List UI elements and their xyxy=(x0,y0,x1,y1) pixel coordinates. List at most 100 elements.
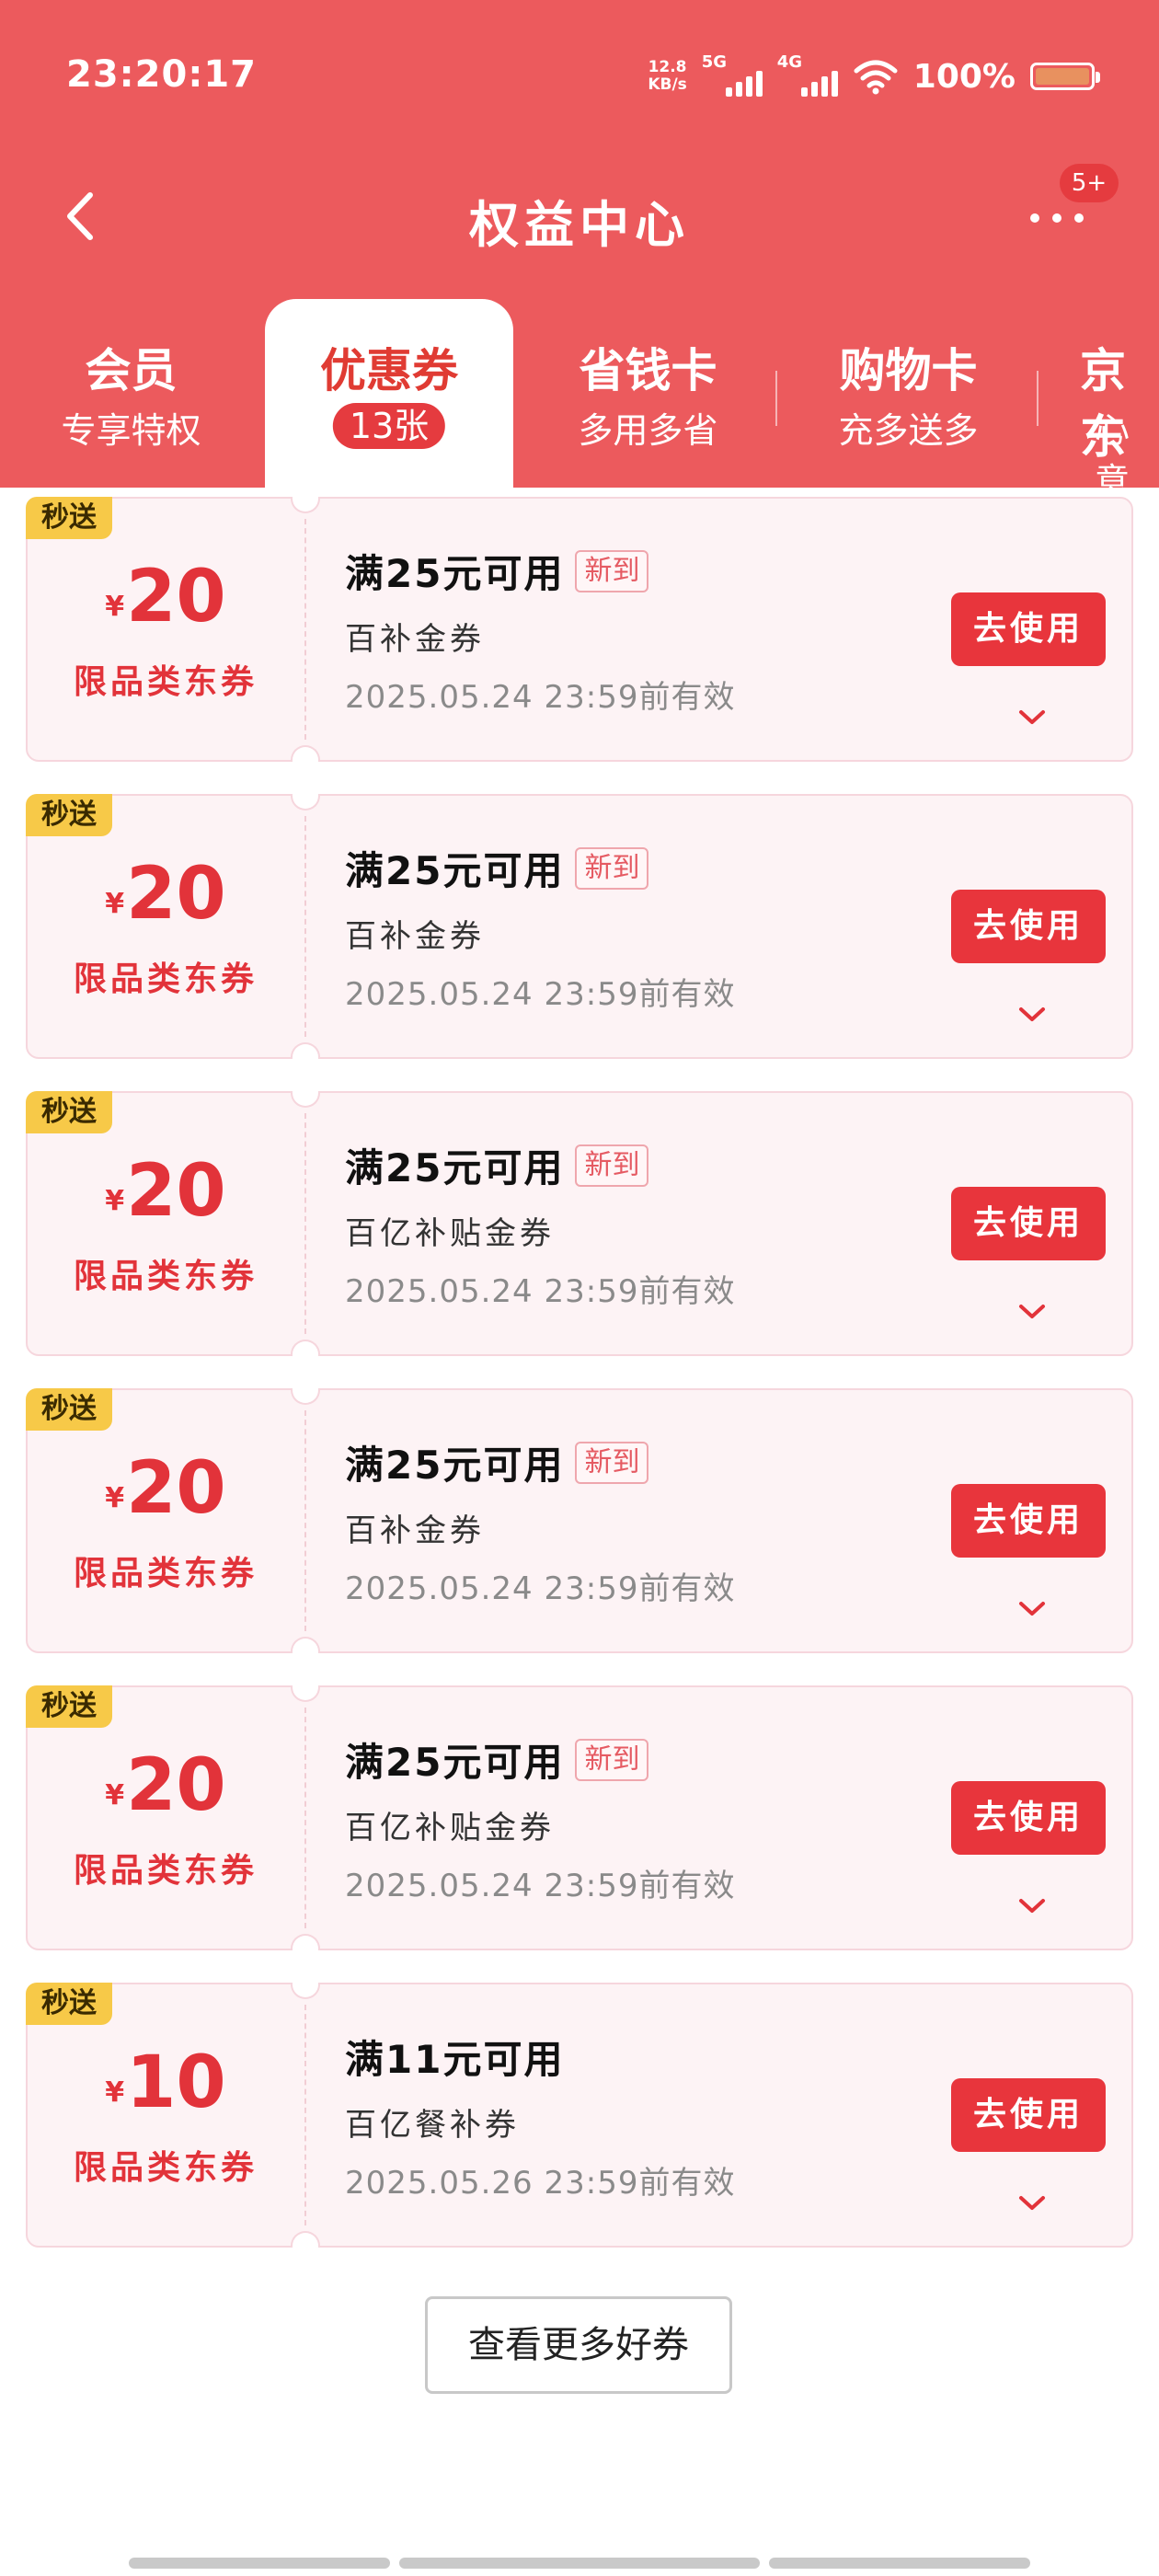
coupon-type: 限品类东券 xyxy=(73,663,258,701)
signal-5g-icon: 5G xyxy=(702,52,763,97)
coupon-type: 限品类东券 xyxy=(73,1852,258,1890)
chevron-down-icon[interactable] xyxy=(1017,2194,1047,2213)
coupon-type: 限品类东券 xyxy=(73,2149,258,2187)
coupon-count-badge: 13张 xyxy=(332,403,446,449)
chevron-down-icon[interactable] xyxy=(1017,1006,1047,1024)
coupon-condition: 满25元可用 xyxy=(345,1443,565,1488)
coupon-tag: 秒送 xyxy=(26,497,112,539)
coupon-condition-row: 满25元可用 新到 xyxy=(345,1137,649,1193)
tab-subtitle: 充多送多 xyxy=(838,410,979,451)
tab-subtitle: 专享特权 xyxy=(61,410,201,451)
tab-subtitle: 心意 xyxy=(1095,410,1130,488)
nav-bar: 权益中心 xyxy=(0,156,1159,276)
coupon-condition-row: 满25元可用 新到 xyxy=(345,543,649,599)
coupon-validity: 2025.05.24 23:59前有效 xyxy=(345,1570,736,1607)
coupon-name: 百亿补贴金券 xyxy=(345,1215,555,1252)
network-speed-value: 12.8 xyxy=(648,58,687,76)
use-coupon-button[interactable]: 去使用 xyxy=(951,2078,1106,2152)
currency-symbol: ¥ xyxy=(105,1185,125,1217)
new-badge: 新到 xyxy=(575,1144,649,1187)
coupon-amount: ¥20 xyxy=(28,1744,304,1827)
more-button[interactable] xyxy=(1023,197,1096,243)
currency-symbol: ¥ xyxy=(105,1779,125,1811)
coupon-name: 百补金券 xyxy=(345,1512,485,1549)
coupon-condition: 满25元可用 xyxy=(345,1740,565,1785)
coupon-value: 20 xyxy=(126,556,226,638)
signal-4g-icon: 4G xyxy=(777,52,838,97)
coupon-amount: ¥20 xyxy=(28,1150,304,1233)
tab-coupons[interactable]: 优惠券 13张 xyxy=(265,299,513,488)
coupon-amount: ¥20 xyxy=(28,556,304,638)
coupon-value: 20 xyxy=(126,1150,226,1233)
coupon-value: 20 xyxy=(126,1744,226,1827)
signal-5g-label: 5G xyxy=(701,52,728,72)
new-badge: 新到 xyxy=(575,1441,649,1484)
use-coupon-button[interactable]: 去使用 xyxy=(951,890,1106,963)
coupon-card: 秒送 ¥20 限品类东券 满25元可用 新到 百补金券 2025.05.24 2… xyxy=(26,1388,1133,1653)
coupon-validity: 2025.05.24 23:59前有效 xyxy=(345,679,736,716)
coupon-name: 百补金券 xyxy=(345,918,485,955)
coupon-value: 10 xyxy=(126,2041,226,2124)
notification-badge: 5+ xyxy=(1060,164,1119,202)
tab-jd[interactable]: 京东 心意 xyxy=(1067,299,1159,488)
status-time: 23:20:17 xyxy=(66,53,257,96)
network-speed-unit: KB/s xyxy=(648,75,687,94)
coupon-validity: 2025.05.24 23:59前有效 xyxy=(345,1868,736,1904)
tab-savings-card[interactable]: 省钱卡 多用多省 xyxy=(545,299,752,488)
coupon-validity: 2025.05.26 23:59前有效 xyxy=(345,2165,736,2202)
view-more-coupons-button[interactable]: 查看更多好券 xyxy=(425,2296,732,2394)
coupon-type: 限品类东券 xyxy=(73,1258,258,1295)
new-badge: 新到 xyxy=(575,846,649,890)
coupon-list: 秒送 ¥20 限品类东券 满25元可用 新到 百补金券 2025.05.24 2… xyxy=(26,497,1133,2280)
tab-divider xyxy=(775,371,777,426)
tab-shopping-card[interactable]: 购物卡 充多送多 xyxy=(805,299,1012,488)
scroll-indicator xyxy=(399,2558,760,2569)
coupon-name: 百亿补贴金券 xyxy=(345,1810,555,1846)
use-coupon-button[interactable]: 去使用 xyxy=(951,1484,1106,1558)
coupon-validity: 2025.05.24 23:59前有效 xyxy=(345,1273,736,1310)
use-coupon-button[interactable]: 去使用 xyxy=(951,592,1106,666)
coupon-type: 限品类东券 xyxy=(73,960,258,998)
tab-subtitle: 多用多省 xyxy=(578,410,718,451)
network-speed: 12.8 KB/s xyxy=(648,59,686,94)
coupon-tag: 秒送 xyxy=(26,1091,112,1133)
chevron-down-icon[interactable] xyxy=(1017,1897,1047,1915)
coupon-condition: 满25元可用 xyxy=(345,1145,565,1190)
coupon-tag: 秒送 xyxy=(26,1685,112,1728)
header: 23:20:17 12.8 KB/s 5G 4G 100% 权益中心 5+ 会员… xyxy=(0,0,1159,488)
currency-symbol: ¥ xyxy=(105,888,125,920)
status-bar: 23:20:17 12.8 KB/s 5G 4G 100% xyxy=(0,0,1159,147)
page-title: 权益中心 xyxy=(469,196,690,254)
coupon-condition-row: 满25元可用 新到 xyxy=(345,840,649,896)
coupon-amount: ¥20 xyxy=(28,853,304,936)
scroll-indicator xyxy=(769,2558,1030,2569)
coupon-card: 秒送 ¥20 限品类东券 满25元可用 新到 百补金券 2025.05.24 2… xyxy=(26,794,1133,1059)
signal-4g-label: 4G xyxy=(776,52,803,72)
coupon-condition-row: 满25元可用 新到 xyxy=(345,1434,649,1490)
coupon-amount: ¥10 xyxy=(28,2041,304,2124)
currency-symbol: ¥ xyxy=(105,2076,125,2109)
tab-title: 会员 xyxy=(85,344,178,397)
coupon-tag: 秒送 xyxy=(26,1388,112,1431)
new-badge: 新到 xyxy=(575,549,649,592)
tab-member[interactable]: 会员 专享特权 xyxy=(28,299,235,488)
use-coupon-button[interactable]: 去使用 xyxy=(951,1187,1106,1260)
coupon-value: 20 xyxy=(126,1447,226,1530)
scroll-indicator xyxy=(129,2558,390,2569)
tab-divider xyxy=(1037,371,1039,426)
coupon-condition: 满11元可用 xyxy=(345,2037,565,2082)
status-icons: 12.8 KB/s 5G 4G 100% xyxy=(648,52,1100,99)
tab-bar: 会员 专享特权 优惠券 13张 省钱卡 多用多省 购物卡 充多送多 京东 心意 xyxy=(0,299,1159,488)
coupon-condition-row: 满25元可用 新到 xyxy=(345,1731,649,1788)
chevron-down-icon[interactable] xyxy=(1017,708,1047,727)
chevron-down-icon[interactable] xyxy=(1017,1600,1047,1618)
battery-icon xyxy=(1030,63,1100,90)
tab-title: 购物卡 xyxy=(839,344,978,397)
tab-title: 优惠券 xyxy=(320,344,458,397)
coupon-name: 百补金券 xyxy=(345,621,485,658)
coupon-validity: 2025.05.24 23:59前有效 xyxy=(345,976,736,1013)
currency-symbol: ¥ xyxy=(105,591,125,623)
chevron-down-icon[interactable] xyxy=(1017,1303,1047,1321)
use-coupon-button[interactable]: 去使用 xyxy=(951,1781,1106,1855)
coupon-amount: ¥20 xyxy=(28,1447,304,1530)
